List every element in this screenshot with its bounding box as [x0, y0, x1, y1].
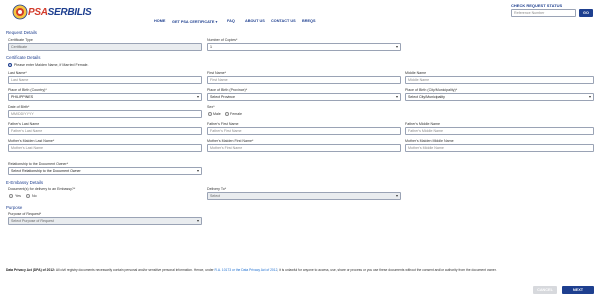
nav-faq[interactable]: FAQ: [227, 19, 235, 23]
purpose-label: Purpose of Request*: [8, 212, 42, 216]
nav-about-us[interactable]: ABOUT US: [245, 19, 265, 23]
copies-select[interactable]: 1: [207, 43, 401, 51]
cancel-button[interactable]: CANCEL: [533, 286, 557, 294]
chevron-down-icon: ▾: [215, 20, 218, 24]
data-privacy-notice: Data Privacy Act (DPA) of 2012: All civi…: [6, 268, 594, 272]
section-certificate-details: Certificate Details: [6, 55, 41, 60]
mother-last-label: Mother's Maiden Last Name*: [8, 139, 55, 143]
relationship-select[interactable]: Select Relationship to the Document Owne…: [8, 167, 202, 175]
privacy-notice-title: Data Privacy Act (DPA) of 2012:: [6, 268, 56, 272]
nav-get-psa-certificate[interactable]: GET PSA CERTIFICATE ▾: [172, 19, 217, 24]
sex-female-radio[interactable]: [225, 112, 229, 116]
dob-input[interactable]: MM/DD/YYYY: [8, 110, 202, 118]
nav-breqs[interactable]: BREQS: [302, 19, 316, 23]
go-button[interactable]: GO: [579, 9, 593, 17]
mother-last-input[interactable]: Mother's Last Name: [8, 144, 202, 152]
privacy-notice-text: All civil registry documents necessarily…: [55, 268, 214, 272]
father-first-label: Father's First Name: [207, 122, 239, 126]
last-name-input[interactable]: Last Name: [8, 76, 202, 84]
section-embassy-details: E-Embassy Details: [6, 180, 44, 185]
certificate-type-label: Certificate Type: [8, 38, 33, 42]
nav-home[interactable]: HOME: [154, 19, 165, 23]
father-middle-label: Father's Middle Name: [405, 122, 441, 126]
reference-number-input[interactable]: Reference Number: [511, 9, 576, 17]
info-icon: !: [8, 63, 12, 67]
embassy-no-label: No: [32, 194, 37, 198]
embassy-question-label: Document(s) for delivery to an Embassy?*: [8, 187, 76, 191]
pob-city-label: Place of Birth (City/Municipality)*: [405, 88, 458, 92]
relationship-label: Relationship to the Document Owner*: [8, 162, 69, 166]
embassy-yes-label: Yes: [15, 194, 21, 198]
middle-name-label: Middle Name: [405, 71, 427, 75]
caret-down-icon: [589, 96, 591, 98]
pob-province-label: Place of Birth (Province)*: [207, 88, 248, 92]
check-status-title: CHECK REQUEST STATUS: [511, 3, 563, 8]
sex-male-radio[interactable]: [208, 112, 212, 116]
certificate-type-field: Certificate: [8, 43, 202, 51]
mother-first-label: Mother's Maiden First Name*: [207, 139, 254, 143]
sex-male-label: Male: [213, 112, 221, 116]
father-last-input[interactable]: Father's Last Name: [8, 127, 202, 135]
mother-middle-label: Mother's Maiden Middle Name: [405, 139, 454, 143]
caret-down-icon: [197, 220, 199, 222]
delivery-to-select: Select: [207, 192, 401, 200]
main-nav: HOME GET PSA CERTIFICATE ▾ FAQ ABOUT US …: [0, 18, 600, 27]
mother-middle-input[interactable]: Mother's Middle Name: [405, 144, 594, 152]
embassy-no-radio[interactable]: [26, 194, 30, 198]
first-name-label: First Name*: [207, 71, 226, 75]
nav-contact-us[interactable]: CONTACT US: [271, 19, 296, 23]
caret-down-icon: [396, 46, 398, 48]
mother-first-input[interactable]: Mother's First Name: [207, 144, 401, 152]
father-first-input[interactable]: Father's First Name: [207, 127, 401, 135]
purpose-select: Select Purpose of Request: [8, 217, 202, 225]
embassy-yes-radio[interactable]: [9, 194, 13, 198]
data-privacy-act-link[interactable]: R.A. 10173 or the Data Privacy Act of 20…: [215, 268, 278, 272]
sex-female-label: Female: [230, 112, 242, 116]
top-bar: PSASERBILIS HOME GET PSA CERTIFICATE ▾ F…: [0, 0, 600, 28]
next-button[interactable]: NEXT: [562, 286, 594, 294]
privacy-notice-text-2: , it is unlawful for anyone to access, u…: [277, 268, 497, 272]
pob-country-label: Place of Birth (Country)*: [8, 88, 47, 92]
middle-name-input[interactable]: Middle Name: [405, 76, 594, 84]
maiden-name-note: Please enter Maiden Name, if Married Fem…: [14, 63, 89, 67]
pob-country-select[interactable]: PHILIPPINES: [8, 93, 202, 101]
logo-text: PSASERBILIS: [28, 7, 92, 18]
copies-label: Number of Copies*: [207, 38, 238, 42]
caret-down-icon: [396, 96, 398, 98]
caret-down-icon: [197, 170, 199, 172]
dob-label: Date of Birth*: [8, 105, 30, 109]
caret-down-icon: [197, 96, 199, 98]
father-middle-input[interactable]: Father's Middle Name: [405, 127, 594, 135]
pob-province-select[interactable]: Select Province: [207, 93, 401, 101]
sex-label: Sex*: [207, 105, 215, 109]
pob-city-select[interactable]: Select City/Municipality: [405, 93, 594, 101]
caret-down-icon: [396, 195, 398, 197]
first-name-input[interactable]: First Name: [207, 76, 401, 84]
section-purpose: Purpose: [6, 205, 23, 210]
father-last-label: Father's Last Name: [8, 122, 40, 126]
last-name-label: Last Name*: [8, 71, 27, 75]
section-request-details: Request Details: [6, 30, 37, 35]
delivery-to-label: Delivery To*: [207, 187, 227, 191]
